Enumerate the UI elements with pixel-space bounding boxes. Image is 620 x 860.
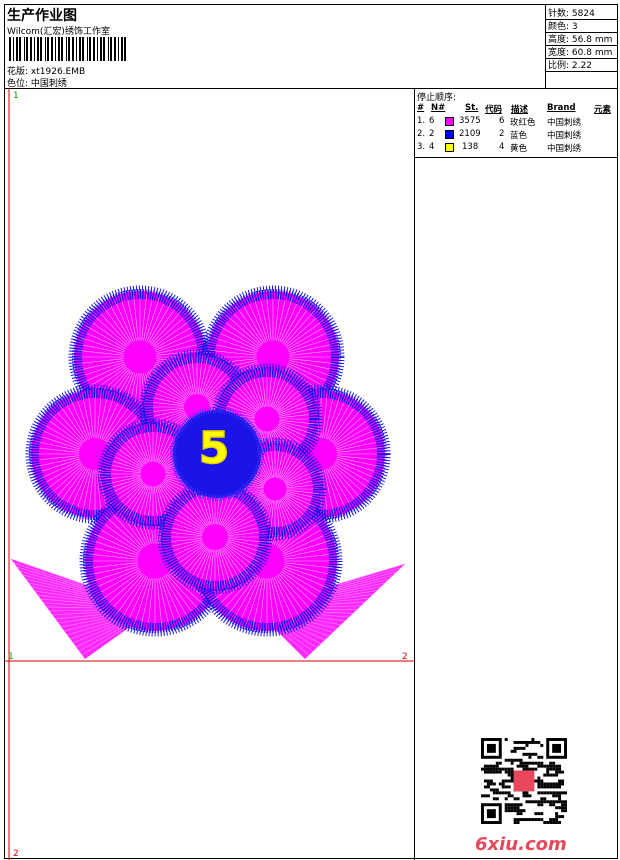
- col-needle: N#: [431, 103, 446, 113]
- col-stitches: St.: [465, 103, 479, 113]
- qr-code-icon: [481, 738, 567, 824]
- color-swatch: [445, 117, 454, 126]
- row-needle: 6: [429, 116, 435, 126]
- stat-value: 2.22: [571, 61, 592, 71]
- stats-panel: 针数: 5824 颜色: 3 高度: 56.8 mm 宽度: 60.8 mm 比…: [546, 5, 617, 89]
- stat-label: 颜色:: [548, 22, 570, 32]
- color-value: 中国刺绣: [30, 79, 67, 89]
- table-row: 3. 4 138 4 黄色 中国刺绣: [415, 141, 617, 154]
- row-stitches: 2109: [459, 129, 481, 139]
- page-title: 生产作业图: [7, 8, 77, 24]
- marker-mid-left: 1: [8, 652, 14, 662]
- stat-label: 针数:: [548, 9, 570, 19]
- row-brand: 中国刺绣: [547, 144, 582, 154]
- center-number: 5: [199, 423, 230, 474]
- row-stitches: 138: [462, 142, 479, 152]
- stat-value: 56.8 mm: [571, 35, 613, 45]
- col-element: 元素: [594, 105, 612, 115]
- stat-width: 宽度: 60.8 mm: [548, 45, 612, 58]
- side-panel: 停止顺序: # N# St. 代码 描述 Brand 元素 1. 6 3575 …: [415, 89, 617, 860]
- col-code: 代码: [485, 105, 503, 115]
- stat-label: 比例:: [548, 61, 570, 71]
- stat-value: 5824: [571, 9, 595, 19]
- divider: [546, 71, 617, 72]
- table-row: 2. 2 2109 2 蓝色 中国刺绣: [415, 128, 617, 141]
- barcode-icon: [9, 37, 126, 61]
- marker-top-left: 1: [13, 91, 19, 101]
- sheet-header: 生产作业图 Wilcom(汇宏)绣饰工作室 花版: xt1926.EMB 色位:…: [5, 5, 617, 89]
- row-brand: 中国刺绣: [547, 131, 582, 141]
- color-position: 色位: 中国刺绣: [7, 76, 67, 89]
- embroidery-flower-icon: 5 1 1 2 2: [5, 89, 415, 860]
- header-info: 生产作业图 Wilcom(汇宏)绣饰工作室 花版: xt1926.EMB 色位:…: [5, 5, 546, 89]
- stat-value: 60.8 mm: [571, 48, 613, 58]
- row-desc: 黄色: [510, 144, 528, 154]
- row-num: 2.: [417, 129, 426, 139]
- stop-sequence-title: 停止顺序:: [417, 93, 457, 103]
- stat-value: 3: [571, 22, 578, 32]
- table-header: # N# St. 代码 描述 Brand 元素: [415, 102, 617, 115]
- stat-colors: 颜色: 3: [548, 19, 578, 32]
- row-needle: 4: [429, 142, 435, 152]
- color-swatch: [445, 143, 454, 152]
- marker-mid-right: 2: [402, 652, 408, 662]
- stat-scale: 比例: 2.22: [548, 58, 592, 71]
- stat-label: 高度:: [548, 35, 570, 45]
- row-needle: 2: [429, 129, 435, 139]
- col-hash: #: [417, 103, 425, 113]
- row-num: 3.: [417, 142, 426, 152]
- stat-label: 宽度:: [548, 48, 570, 58]
- col-brand: Brand: [547, 103, 576, 113]
- color-swatch: [445, 130, 454, 139]
- row-desc: 蓝色: [510, 131, 528, 141]
- row-desc: 玫红色: [510, 118, 536, 128]
- studio-name: Wilcom(汇宏)绣饰工作室: [7, 27, 110, 37]
- color-label: 色位:: [7, 79, 29, 89]
- marker-bottom-left: 2: [13, 849, 19, 859]
- stop-sequence-table: 停止顺序: # N# St. 代码 描述 Brand 元素 1. 6 3575 …: [415, 89, 617, 158]
- row-code: 4: [499, 142, 505, 152]
- table-row: 1. 6 3575 6 玫红色 中国刺绣: [415, 115, 617, 128]
- row-code: 6: [499, 116, 505, 126]
- col-desc: 描述: [511, 105, 529, 115]
- stat-height: 高度: 56.8 mm: [548, 32, 612, 45]
- row-stitches: 3575: [459, 116, 481, 126]
- stat-stitches: 针数: 5824: [548, 6, 595, 19]
- site-watermark: 6xiu.com: [475, 834, 567, 855]
- design-canvas[interactable]: 5 1 1 2 2: [5, 89, 415, 860]
- row-code: 2: [499, 129, 505, 139]
- row-num: 1.: [417, 116, 426, 126]
- production-sheet: 生产作业图 Wilcom(汇宏)绣饰工作室 花版: xt1926.EMB 色位:…: [4, 4, 618, 860]
- row-brand: 中国刺绣: [547, 118, 582, 128]
